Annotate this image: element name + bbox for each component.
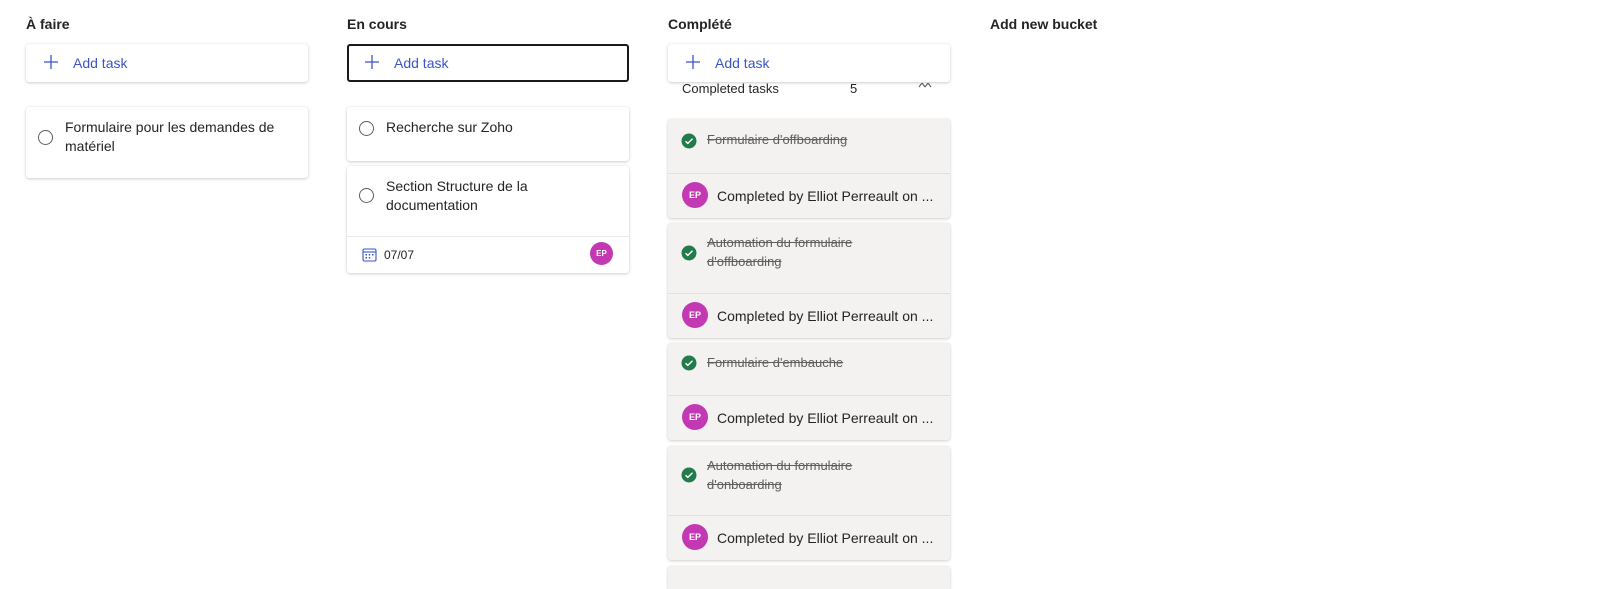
completed-by-text: Completed by Elliot Perreault on ... bbox=[717, 308, 934, 324]
add-task-button[interactable]: Add task bbox=[668, 44, 950, 82]
completed-task-card[interactable] bbox=[668, 566, 950, 589]
task-title: Formulaire pour les demandes de matériel bbox=[65, 119, 275, 154]
avatar[interactable]: EP bbox=[682, 182, 708, 208]
completed-task-card[interactable]: Formulaire d'offboarding EP Completed by… bbox=[668, 119, 950, 218]
bucket-title[interactable]: Complété bbox=[668, 16, 732, 32]
completed-by-text: Completed by Elliot Perreault on ... bbox=[717, 410, 934, 426]
chevron-up-icon bbox=[918, 83, 932, 88]
calendar-icon bbox=[362, 248, 377, 262]
task-title: Recherche sur Zoho bbox=[386, 119, 513, 135]
completed-task-title: Formulaire d'embauche bbox=[707, 355, 844, 370]
task-title: Section Structure de la documentation bbox=[386, 178, 528, 213]
avatar[interactable]: EP bbox=[682, 404, 708, 430]
completed-tasks-toggle[interactable]: Completed tasks 5 bbox=[668, 83, 950, 99]
task-card-footer: 07/07 EP bbox=[347, 236, 629, 273]
check-circle-icon[interactable] bbox=[681, 245, 697, 261]
task-card[interactable]: Recherche sur Zoho bbox=[347, 107, 629, 161]
check-circle-icon[interactable] bbox=[681, 355, 697, 371]
completed-tasks-count: 5 bbox=[850, 83, 858, 96]
plus-icon bbox=[686, 55, 700, 69]
complete-task-checkbox[interactable] bbox=[38, 130, 53, 145]
bucket-title[interactable]: À faire bbox=[26, 16, 70, 32]
completed-task-title: Formulaire d'offboarding bbox=[707, 132, 848, 147]
completed-by-text: Completed by Elliot Perreault on ... bbox=[717, 188, 934, 204]
check-circle-icon[interactable] bbox=[681, 133, 697, 149]
due-date: 07/07 bbox=[384, 248, 415, 262]
bucket-title[interactable]: En cours bbox=[347, 16, 407, 32]
add-task-button[interactable]: Add task bbox=[26, 44, 308, 82]
task-card[interactable]: Section Structure de la documentation 07… bbox=[347, 166, 629, 273]
completed-task-footer: EP Completed by Elliot Perreault on ... bbox=[668, 395, 950, 440]
completed-task-card[interactable]: Formulaire d'embauche EP Completed by El… bbox=[668, 343, 950, 440]
completed-tasks-label: Completed tasks bbox=[682, 83, 779, 96]
completed-task-card[interactable]: Automation du formulaire d'onboarding EP… bbox=[668, 446, 950, 560]
plus-icon bbox=[44, 55, 58, 69]
add-task-button[interactable]: Add task bbox=[347, 44, 629, 82]
avatar[interactable]: EP bbox=[682, 302, 708, 328]
completed-task-title: Automation du formulaire d'onboarding bbox=[707, 458, 853, 492]
completed-task-title: Automation du formulaire d'offboarding bbox=[707, 235, 853, 269]
completed-by-text: Completed by Elliot Perreault on ... bbox=[717, 530, 934, 546]
task-card[interactable]: Formulaire pour les demandes de matériel bbox=[26, 107, 308, 178]
completed-task-footer: EP Completed by Elliot Perreault on ... bbox=[668, 293, 950, 338]
complete-task-checkbox[interactable] bbox=[359, 121, 374, 136]
add-new-bucket-label[interactable]: Add new bucket bbox=[990, 16, 1097, 32]
add-task-label: Add task bbox=[715, 55, 770, 71]
add-task-label: Add task bbox=[73, 55, 128, 71]
check-circle-icon[interactable] bbox=[681, 467, 697, 483]
avatar[interactable]: EP bbox=[590, 242, 613, 265]
completed-task-footer: EP Completed by Elliot Perreault on ... bbox=[668, 515, 950, 560]
add-task-label: Add task bbox=[394, 55, 449, 71]
completed-task-footer: EP Completed by Elliot Perreault on ... bbox=[668, 173, 950, 218]
avatar[interactable]: EP bbox=[682, 524, 708, 550]
complete-task-checkbox[interactable] bbox=[359, 188, 374, 203]
completed-task-card[interactable]: Automation du formulaire d'offboarding E… bbox=[668, 223, 950, 338]
plus-icon bbox=[365, 55, 379, 69]
